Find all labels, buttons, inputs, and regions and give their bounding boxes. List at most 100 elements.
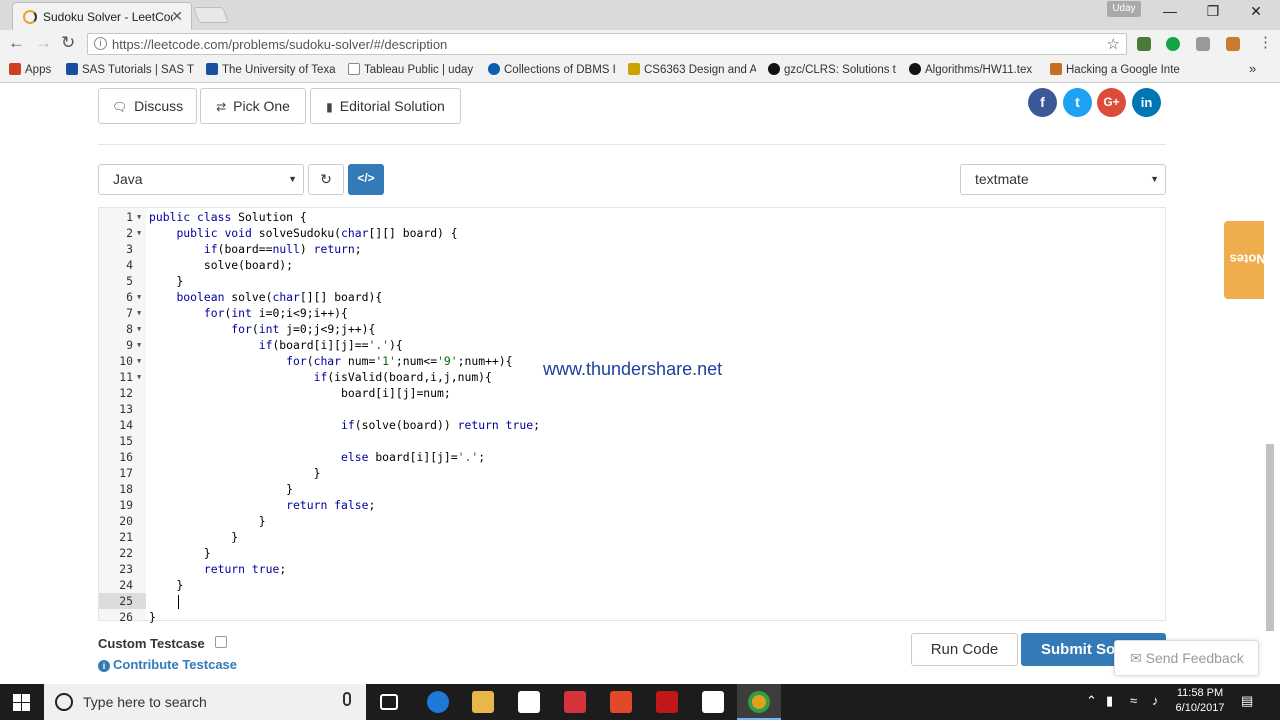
bookmark-item[interactable]: CS6363 Design and A: [628, 63, 756, 76]
browser-tab[interactable]: Sudoku Solver - LeetCode ✕: [12, 2, 192, 30]
app-icon[interactable]: [564, 691, 586, 713]
page-scrollbar[interactable]: [1266, 444, 1274, 631]
chrome-taskbar-item[interactable]: [737, 684, 781, 720]
bookmark-star-icon[interactable]: ☆: [1107, 35, 1120, 53]
store-icon[interactable]: [518, 691, 540, 713]
theme-select[interactable]: textmate ▼: [960, 164, 1166, 195]
code-line[interactable]: 23 return true;: [99, 561, 1165, 577]
fold-arrow-icon[interactable]: ▼: [137, 225, 141, 241]
fold-arrow-icon[interactable]: ▼: [137, 289, 141, 305]
facebook-icon[interactable]: f: [1028, 88, 1057, 117]
code-text: }: [149, 274, 184, 288]
windows-start-icon[interactable]: [13, 694, 30, 711]
bookmark-item[interactable]: Algorithms/HW11.tex: [909, 63, 1037, 76]
code-line[interactable]: 8 ▼ for(int j=0;j<9;j++){: [99, 321, 1165, 337]
notes-tab[interactable]: ▢ Notes: [1210, 221, 1266, 299]
restore-icon[interactable]: ❐: [1198, 3, 1228, 23]
bookmark-item[interactable]: Hacking a Google Inte: [1050, 63, 1180, 76]
file-explorer-icon[interactable]: [472, 691, 494, 713]
code-line[interactable]: 18 }: [99, 481, 1165, 497]
bookmark-item[interactable]: Collections of DBMS I: [488, 63, 616, 76]
mcafee-icon[interactable]: [656, 691, 678, 713]
back-icon[interactable]: ←: [8, 33, 25, 53]
extension-puzzle-icon[interactable]: [1137, 37, 1151, 51]
wifi-icon[interactable]: ≈: [1130, 693, 1137, 708]
mail-icon[interactable]: [702, 691, 724, 713]
notifications-icon[interactable]: ▤: [1241, 693, 1253, 709]
fold-arrow-icon[interactable]: ▼: [137, 353, 141, 369]
new-tab-button[interactable]: [193, 7, 229, 23]
code-line[interactable]: 13: [99, 401, 1165, 417]
app-icon-2[interactable]: [610, 691, 632, 713]
course-icon: [628, 63, 640, 75]
reload-icon[interactable]: ↻: [61, 33, 75, 53]
bookmark-item[interactable]: Tableau Public | uday: [348, 63, 476, 76]
bookmark-item[interactable]: The University of Texa: [206, 63, 336, 76]
code-line[interactable]: 25: [99, 593, 1165, 609]
code-line[interactable]: 16 else board[i][j]='.';: [99, 449, 1165, 465]
code-line[interactable]: 24 }: [99, 577, 1165, 593]
bookmarks-overflow-icon[interactable]: »: [1249, 61, 1256, 76]
code-line[interactable]: 9 ▼ if(board[i][j]=='.'){: [99, 337, 1165, 353]
language-select[interactable]: Java ▼: [98, 164, 304, 195]
profile-badge[interactable]: Uday: [1107, 1, 1141, 17]
system-clock[interactable]: 11:58 PM 6/10/2017: [1170, 686, 1230, 716]
fold-arrow-icon[interactable]: ▼: [137, 305, 141, 321]
address-bar[interactable]: i https://leetcode.com/problems/sudoku-s…: [87, 33, 1127, 55]
code-text: public class Solution {: [149, 210, 307, 224]
reset-code-button[interactable]: ↻: [308, 164, 344, 195]
code-line[interactable]: 7 ▼ for(int i=0;i<9;i++){: [99, 305, 1165, 321]
code-line[interactable]: 5 }: [99, 273, 1165, 289]
fold-arrow-icon[interactable]: ▼: [137, 209, 141, 225]
contribute-testcase-link[interactable]: i Contribute Testcase: [98, 657, 237, 672]
volume-icon[interactable]: ♪: [1152, 693, 1159, 708]
info-icon[interactable]: i: [94, 37, 107, 50]
edge-icon[interactable]: [427, 691, 449, 713]
grammarly-icon[interactable]: [1166, 37, 1180, 51]
battery-icon[interactable]: ▮: [1106, 693, 1113, 709]
code-line[interactable]: 14 if(solve(board)) return true;: [99, 417, 1165, 433]
code-line[interactable]: 4 solve(board);: [99, 257, 1165, 273]
send-feedback-button[interactable]: ✉ Send Feedback: [1114, 640, 1259, 676]
tab-close-icon[interactable]: ✕: [171, 8, 183, 25]
minimize-icon[interactable]: —: [1155, 3, 1185, 23]
code-line[interactable]: 26}: [99, 609, 1165, 625]
code-line[interactable]: 15: [99, 433, 1165, 449]
forward-icon[interactable]: →: [35, 33, 52, 53]
extension-icon-2[interactable]: [1226, 37, 1240, 51]
envelope-icon: ✉: [1130, 650, 1142, 666]
google-plus-icon[interactable]: G+: [1097, 88, 1126, 117]
discuss-button[interactable]: 🗨 Discuss: [98, 88, 197, 124]
menu-icon[interactable]: ⋮: [1258, 33, 1273, 51]
extension-icon[interactable]: [1196, 37, 1210, 51]
code-line[interactable]: 1 ▼ public class Solution {: [99, 209, 1165, 225]
tray-chevron-icon[interactable]: ⌃: [1086, 693, 1097, 709]
task-view-icon[interactable]: [380, 694, 398, 710]
run-code-button[interactable]: Run Code: [911, 633, 1018, 666]
code-line[interactable]: 12 board[i][j]=num;: [99, 385, 1165, 401]
code-line[interactable]: 2 ▼ public void solveSudoku(char[][] boar…: [99, 225, 1165, 241]
bookmark-item[interactable]: Apps: [9, 63, 61, 76]
code-line[interactable]: 19 return false;: [99, 497, 1165, 513]
fold-arrow-icon[interactable]: ▼: [137, 321, 141, 337]
fold-arrow-icon[interactable]: ▼: [137, 369, 141, 385]
microphone-icon[interactable]: [343, 692, 351, 706]
code-line[interactable]: 21 }: [99, 529, 1165, 545]
bookmark-item[interactable]: SAS Tutorials | SAS Tr: [66, 63, 194, 76]
twitter-icon[interactable]: t: [1063, 88, 1092, 117]
custom-testcase-checkbox[interactable]: [215, 636, 227, 648]
pick-one-button[interactable]: ⇄ Pick One: [200, 88, 306, 124]
code-line[interactable]: 3 if(board==null) return;: [99, 241, 1165, 257]
editorial-solution-button[interactable]: ▮ Editorial Solution: [310, 88, 461, 124]
taskbar-search[interactable]: Type here to search: [44, 684, 366, 720]
bookmark-item[interactable]: gzc/CLRS: Solutions to: [768, 63, 896, 76]
code-line[interactable]: 6 ▼ boolean solve(char[][] board){: [99, 289, 1165, 305]
code-line[interactable]: 22 }: [99, 545, 1165, 561]
fold-arrow-icon[interactable]: ▼: [137, 337, 141, 353]
close-window-icon[interactable]: ✕: [1241, 3, 1271, 23]
code-format-button[interactable]: </>: [348, 164, 384, 195]
linkedin-icon[interactable]: in: [1132, 88, 1161, 117]
code-line[interactable]: 17 }: [99, 465, 1165, 481]
code-editor[interactable]: 1 ▼ public class Solution {2 ▼ public void …: [98, 207, 1166, 624]
code-line[interactable]: 20 }: [99, 513, 1165, 529]
